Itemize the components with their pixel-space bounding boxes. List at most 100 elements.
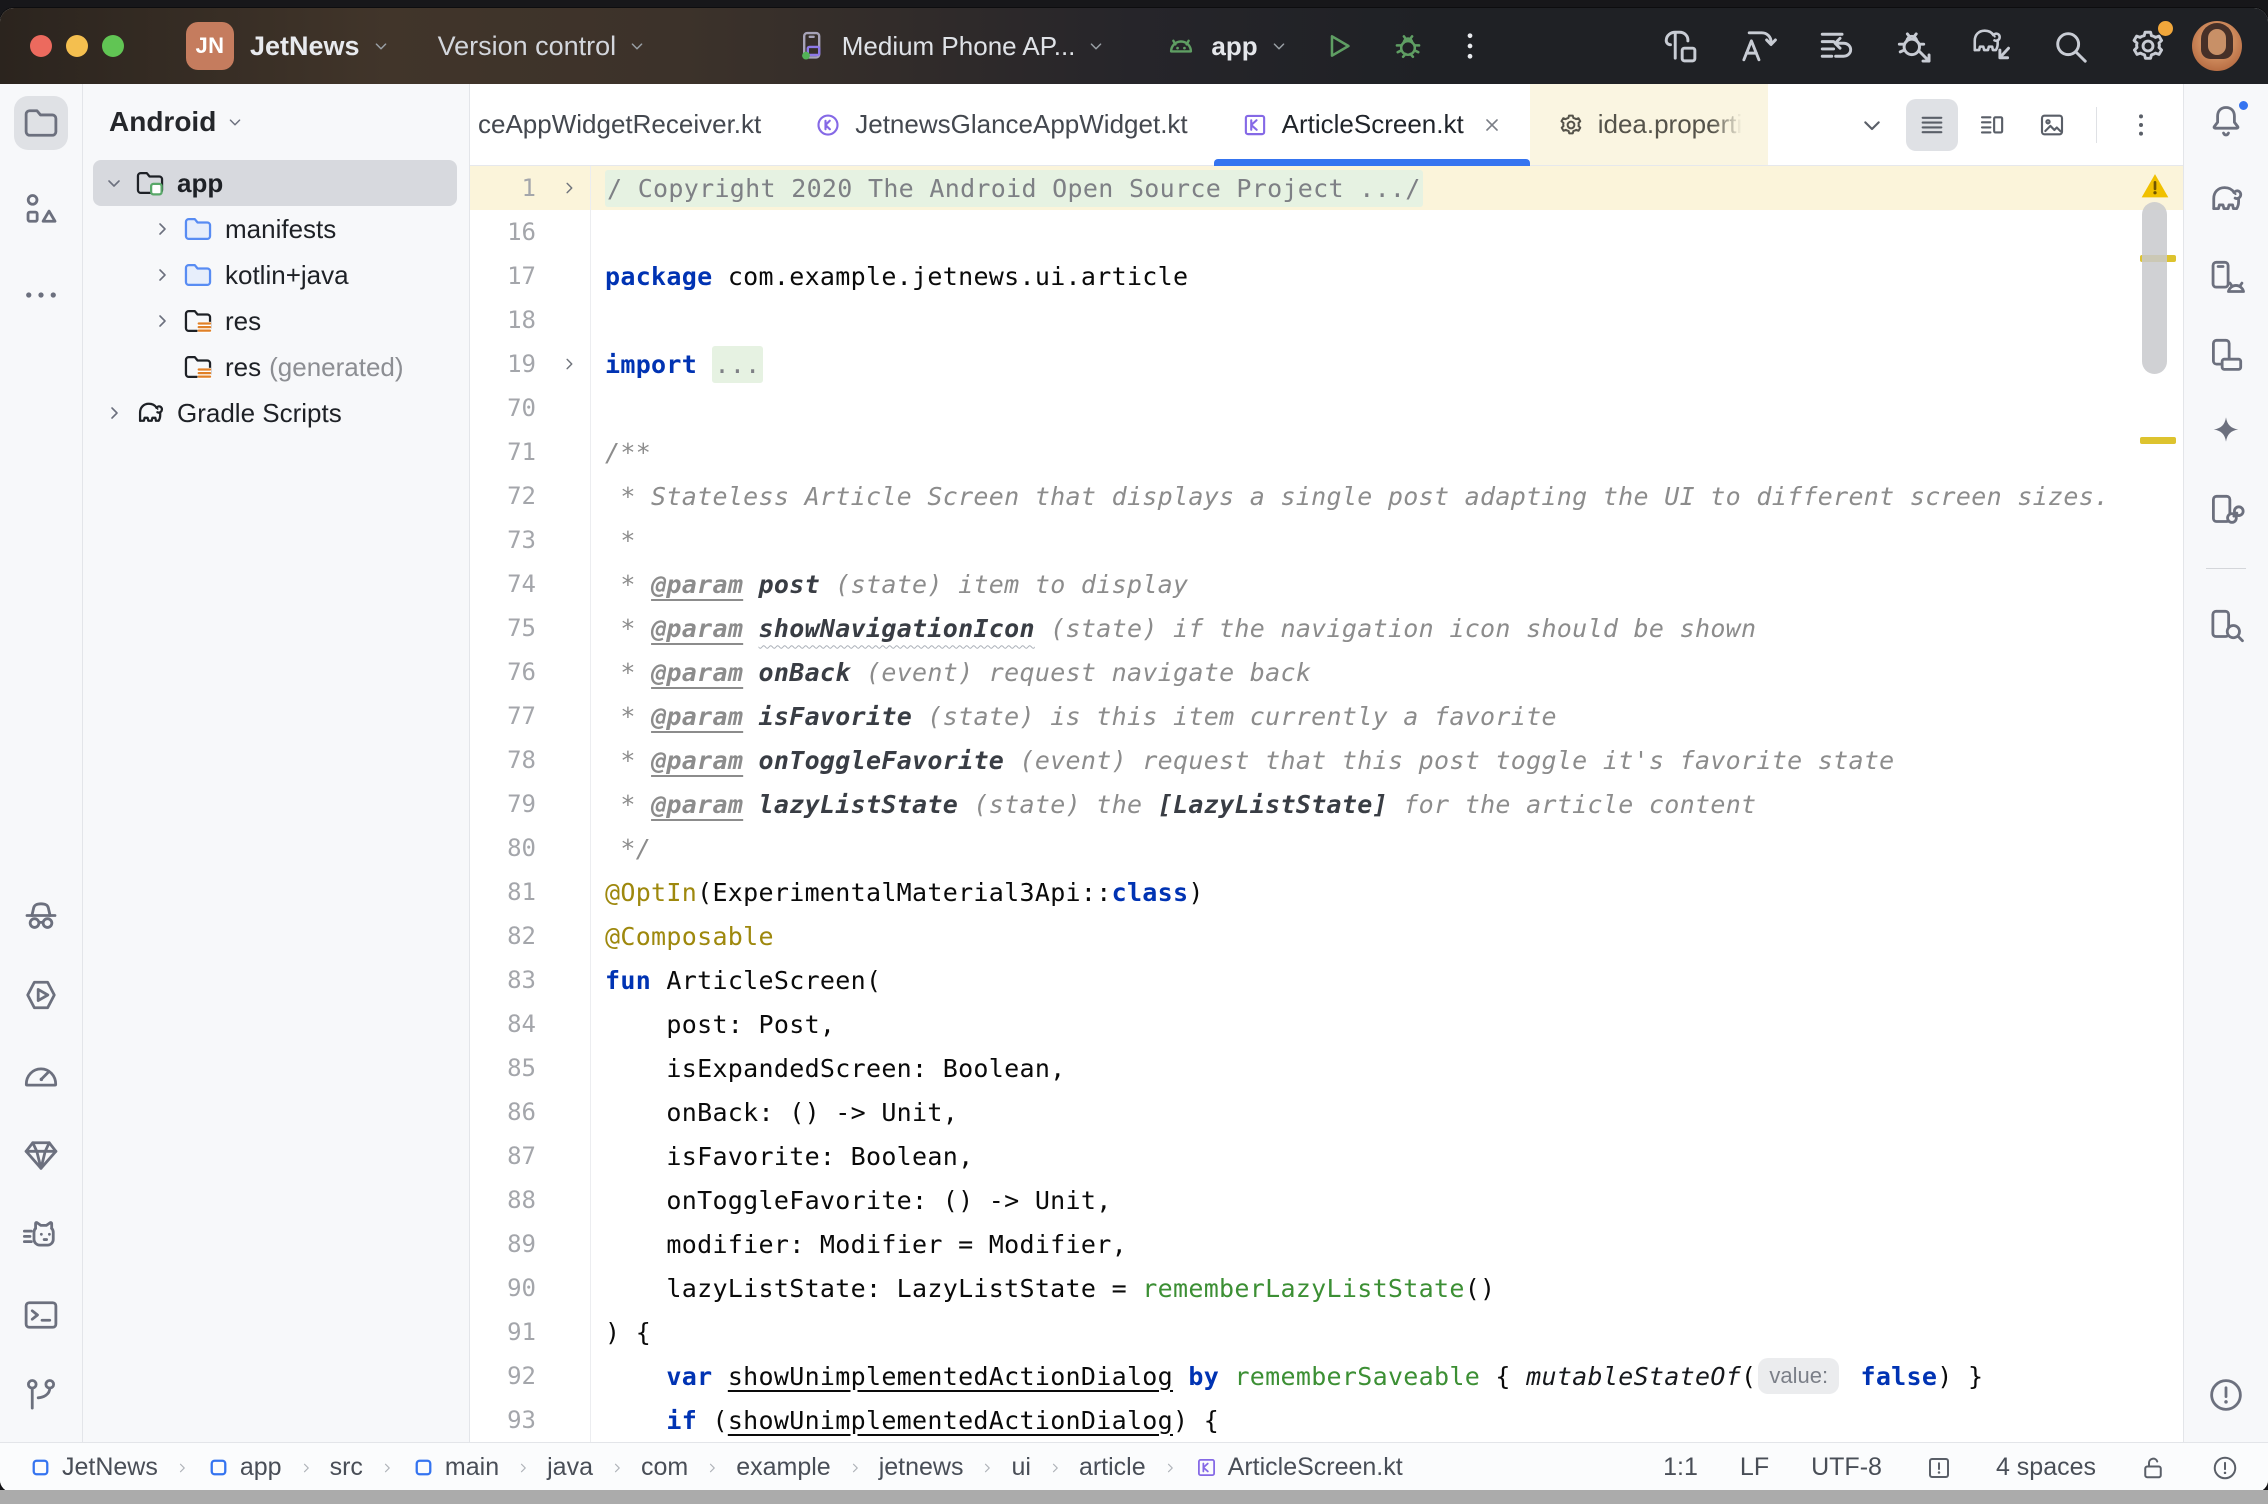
breadcrumb-item[interactable]: example [736,1453,831,1482]
breadcrumb-item[interactable]: main [411,1453,499,1482]
chevron-right-icon[interactable] [145,217,179,241]
code-text: / Copyright 2020 The Android Open Source… [590,166,2183,210]
problems-circle-icon[interactable] [2210,1453,2240,1483]
highlighting-level-icon[interactable] [1924,1453,1954,1483]
avatar[interactable] [2192,21,2242,71]
res-folder-icon [181,350,215,384]
tab-idea-properti[interactable]: idea.properti [1530,84,1769,165]
tree-item-manifests[interactable]: manifests [93,206,457,252]
running-devices-icon[interactable] [2205,334,2247,376]
line-number: 80 [470,834,548,862]
run-configuration-selector[interactable]: app [1163,28,1289,64]
debug-button[interactable] [1386,24,1430,68]
tool-button-project-folder[interactable] [14,96,68,150]
bell-icon[interactable] [2205,100,2247,142]
line-number: 92 [470,1362,548,1390]
tab-ceappwidgetreceiver-kt[interactable]: ceAppWidgetReceiver.kt [470,84,787,165]
tab-action-list-lines[interactable] [1906,99,1958,151]
line-ending-selector[interactable]: LF [1740,1453,1769,1482]
more-run-options-button[interactable] [1448,24,1492,68]
problems-circle-icon[interactable] [2205,1374,2247,1416]
terminal-icon[interactable] [20,1294,62,1336]
tree-item-res[interactable]: res [93,298,457,344]
warning-stripe-mark[interactable] [2140,437,2176,444]
tree-item-res[interactable]: res(generated) [93,344,457,390]
vcs-widget[interactable]: Version control [438,31,649,62]
tree-item-gradle-scripts[interactable]: Gradle Scripts [93,390,457,436]
warning-triangle-icon[interactable] [2138,169,2172,203]
tab-jetnewsglanceappwidget-kt[interactable]: JetnewsGlanceAppWidget.kt [787,84,1213,165]
spy-hat-glasses-icon[interactable] [20,894,62,936]
chevron-right-icon[interactable] [97,401,131,425]
close-window-button[interactable] [30,35,52,57]
indent-style-selector[interactable]: 4 spaces [1996,1453,2096,1482]
fold-arrow-icon[interactable] [548,353,590,375]
chevron-down-icon[interactable] [97,171,131,195]
speedometer-icon[interactable] [20,1054,62,1096]
breadcrumb-item[interactable]: app [206,1453,282,1482]
breadcrumb-item[interactable]: article [1079,1453,1146,1482]
phone-link-icon[interactable] [2205,490,2247,532]
gem-icon[interactable] [20,1134,62,1176]
build-hammer-icon[interactable] [1658,24,1702,68]
breadcrumb-item[interactable]: java [547,1453,593,1482]
code-swap-icon[interactable] [1736,24,1780,68]
line-number: 88 [470,1186,548,1214]
project-panel: Android appmanifestskotlin+javaresres(ge… [83,84,470,1442]
breadcrumb-item[interactable]: jetnews [879,1453,964,1482]
lock-open-icon[interactable] [2138,1453,2168,1483]
tab-action-image[interactable] [2026,99,2078,151]
tool-button-structure[interactable] [14,182,68,236]
editor-scrollbar[interactable] [2142,202,2167,374]
breadcrumb-item[interactable]: JetNews [28,1453,158,1482]
chevron-right-icon[interactable] [145,309,179,333]
run-button[interactable] [1316,24,1360,68]
tab-action-split-editor[interactable] [1966,99,2018,151]
device-selector[interactable]: Medium Phone AP... [794,28,1108,64]
kotlin-file-icon [1240,110,1270,140]
zoom-window-button[interactable] [102,35,124,57]
code-text: isExpandedScreen: Boolean, [590,1046,2183,1090]
breadcrumb-item[interactable]: ArticleScreen.kt [1194,1453,1403,1482]
code-line: 91) { [470,1310,2183,1354]
apply-code-changes-icon[interactable] [1814,24,1858,68]
attach-debugger-icon[interactable] [1892,24,1936,68]
phone-android-icon[interactable] [2205,256,2247,298]
chevron-right-icon [297,1459,315,1477]
device-phone-icon [794,28,830,64]
code-line: 87 isFavorite: Boolean, [470,1134,2183,1178]
tab-articlescreen-kt[interactable]: ArticleScreen.kt [1214,84,1530,165]
minimize-window-button[interactable] [66,35,88,57]
chevron-right-icon[interactable] [145,263,179,287]
sparkle-icon[interactable] [2205,412,2247,454]
project-selector[interactable]: JetNews [234,31,392,62]
hexagon-play-icon[interactable] [20,974,62,1016]
tree-item-app[interactable]: app [93,160,457,206]
breadcrumb-label: com [641,1453,688,1482]
caret-position[interactable]: 1:1 [1663,1453,1698,1482]
search-icon[interactable] [2048,24,2092,68]
breadcrumb-item[interactable]: src [330,1453,363,1482]
branch-icon[interactable] [20,1374,62,1416]
code-line: 86 onBack: () -> Unit, [470,1090,2183,1134]
fold-arrow-icon[interactable] [548,177,590,199]
breadcrumb-item[interactable]: ui [1011,1453,1030,1482]
code-editor[interactable]: 1/ Copyright 2020 The Android Open Sourc… [470,166,2183,1442]
code-line: 70 [470,386,2183,430]
settings-gear-icon[interactable] [2126,24,2170,68]
tree-item-kotlin+java[interactable]: kotlin+java [93,252,457,298]
close-icon[interactable] [1480,113,1504,137]
breadcrumb-item[interactable]: com [641,1453,688,1482]
breadcrumb-label: jetnews [879,1453,964,1482]
breadcrumb-label: JetNews [62,1453,158,1482]
gradle-elephant-icon[interactable] [2205,178,2247,220]
encoding-selector[interactable]: UTF-8 [1811,1453,1882,1482]
gradle-sync-icon[interactable] [1970,24,2014,68]
tab-action-kebab[interactable] [2115,99,2167,151]
phone-search-icon[interactable] [2205,605,2247,647]
logcat-cat-icon[interactable] [20,1214,62,1256]
tab-action-chevron-down[interactable] [1846,99,1898,151]
code-text: post: Post, [590,1002,2183,1046]
tool-button-more[interactable] [14,268,68,322]
project-view-selector[interactable]: Android [83,84,469,160]
